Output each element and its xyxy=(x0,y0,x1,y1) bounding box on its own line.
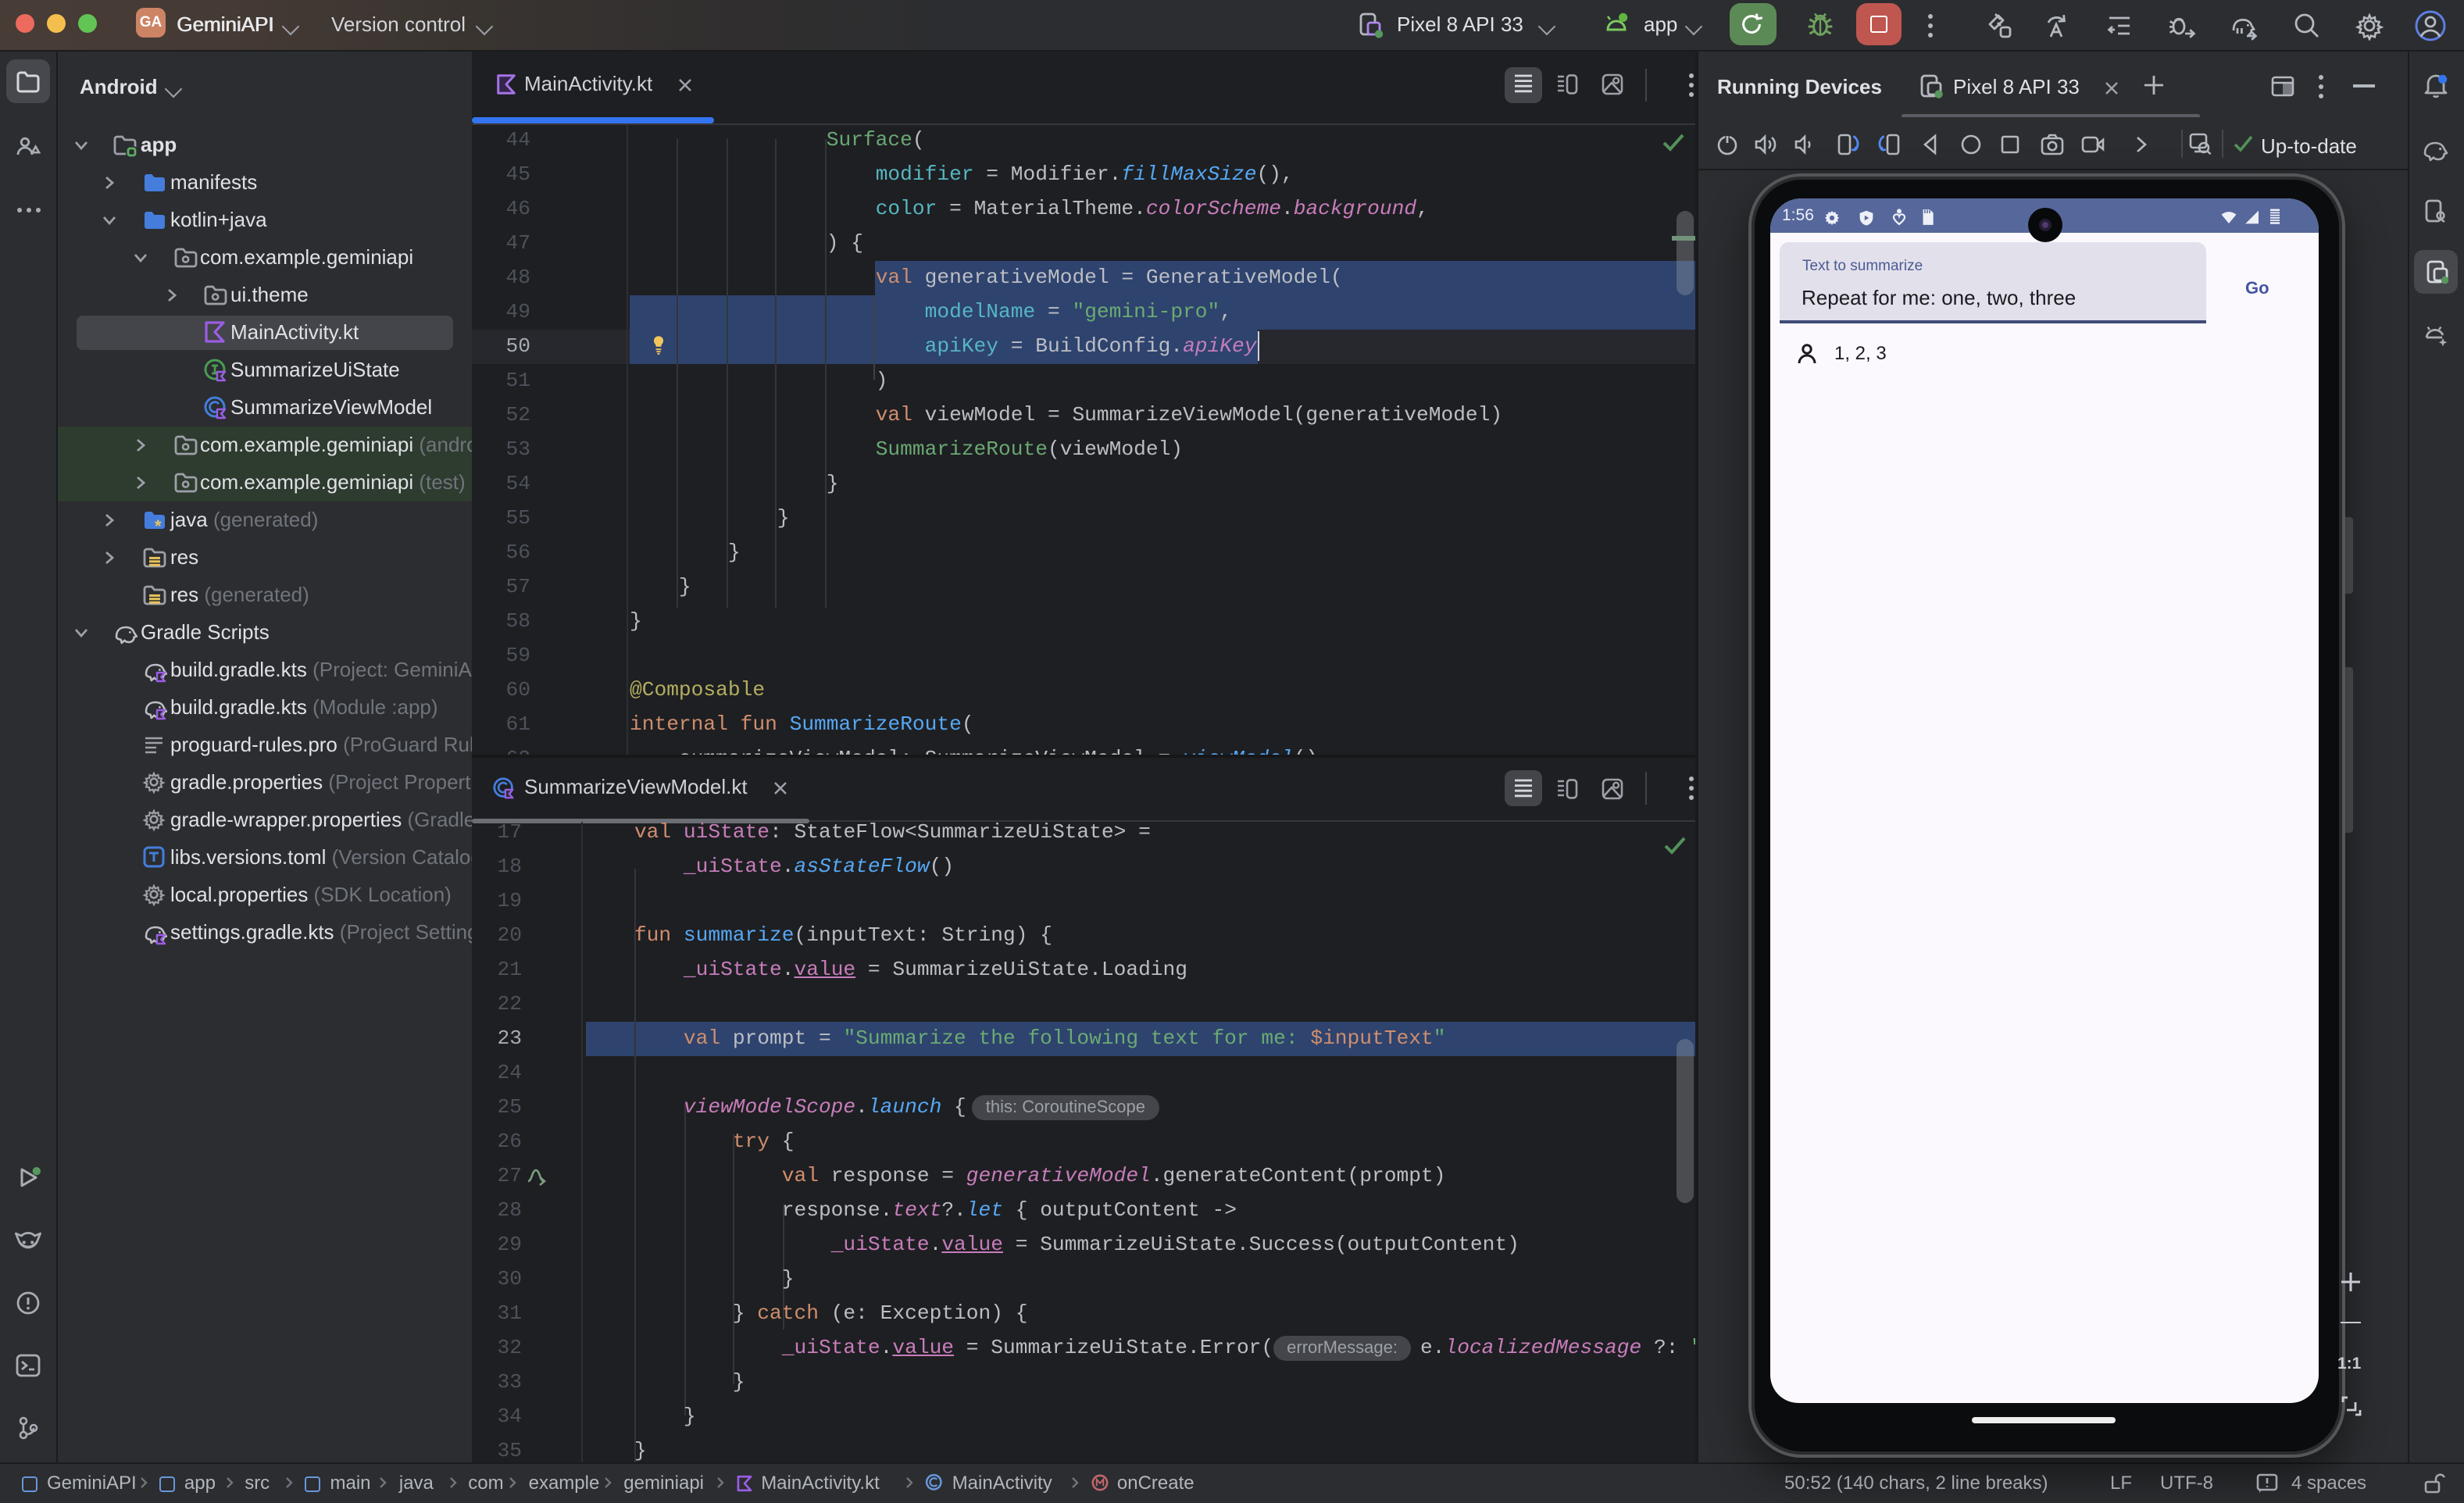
svg-text:*: * xyxy=(155,516,162,532)
